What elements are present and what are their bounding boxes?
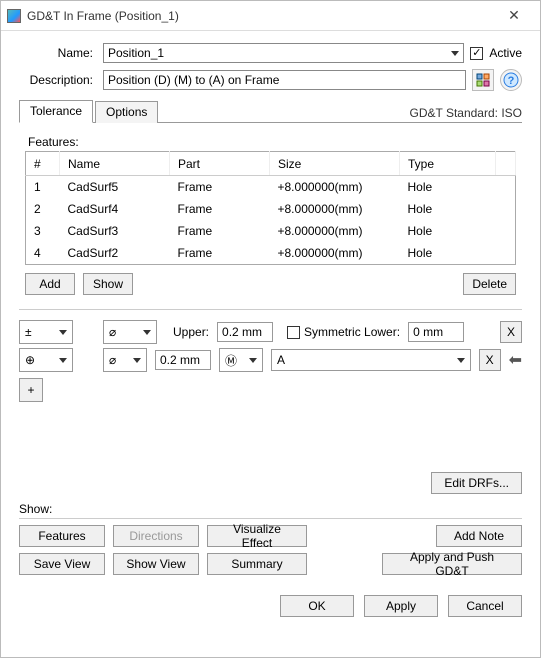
cell-size: +8.000000(mm) (270, 198, 400, 220)
cell-type: Hole (400, 242, 496, 265)
cell-name: CadSurf3 (60, 220, 170, 242)
chevron-down-icon (249, 358, 257, 363)
apply-push-button[interactable]: Apply and Push GD&T (382, 553, 522, 575)
symmetric-lower-label: Symmetric Lower: (304, 325, 400, 339)
chevron-down-icon (59, 330, 67, 335)
cell-type: Hole (400, 176, 496, 199)
show-directions-button[interactable]: Directions (113, 525, 199, 547)
chevron-down-icon (59, 358, 67, 363)
close-button[interactable]: ✕ (494, 2, 534, 30)
show-features-button[interactable]: Features (19, 525, 105, 547)
diameter-icon: ⌀ (109, 325, 116, 339)
symmetric-lower-checkbox[interactable] (287, 326, 300, 339)
cell-type: Hole (400, 198, 496, 220)
col-type[interactable]: Type (400, 152, 496, 176)
cell-name: CadSurf4 (60, 198, 170, 220)
name-select[interactable]: Position_1 (103, 43, 464, 63)
tolerance-type-select[interactable]: ± (19, 320, 73, 344)
standard-label: GD&T Standard: ISO (410, 106, 523, 122)
cell-n: 4 (26, 242, 60, 265)
plusminus-icon: ± (25, 325, 32, 339)
summary-button[interactable]: Summary (207, 553, 307, 575)
active-checkbox[interactable] (470, 47, 483, 60)
table-header-row: # Name Part Size Type (26, 152, 516, 176)
active-label: Active (489, 46, 522, 60)
description-label: Description: (19, 73, 97, 87)
table-row[interactable]: 4CadSurf2Frame+8.000000(mm)Hole (26, 242, 516, 265)
cell-n: 2 (26, 198, 60, 220)
add-note-button[interactable]: Add Note (436, 525, 522, 547)
show-legend: Show: (19, 502, 52, 516)
svg-text:?: ? (508, 75, 515, 87)
cell-name: CadSurf5 (60, 176, 170, 199)
name-label: Name: (19, 46, 97, 60)
titlebar: GD&T In Frame (Position_1) ✕ (1, 1, 540, 31)
chevron-down-icon (451, 51, 459, 56)
description-input[interactable] (103, 70, 466, 90)
chevron-down-icon (133, 358, 141, 363)
cancel-button[interactable]: Cancel (448, 595, 522, 617)
tolerance-type-select[interactable]: ⊕ (19, 348, 73, 372)
cell-size: +8.000000(mm) (270, 242, 400, 265)
tolerance-value-input[interactable] (155, 350, 211, 370)
tolerance-row-2: ⊕ ⌀ Ⓜ A X ⬅ (19, 348, 522, 372)
features-table: # Name Part Size Type 1CadSurf5Frame+8.0… (25, 151, 516, 265)
show-view-button[interactable]: Show View (113, 553, 199, 575)
cell-part: Frame (170, 198, 270, 220)
visualize-effect-button[interactable]: Visualize Effect (207, 525, 307, 547)
upper-label: Upper: (173, 325, 209, 339)
tolerance-row-1: ± ⌀ Upper: Symmetric Lower: X (19, 320, 522, 344)
add-tolerance-row-button[interactable]: + (19, 378, 43, 402)
save-view-button[interactable]: Save View (19, 553, 105, 575)
lower-input[interactable] (408, 322, 464, 342)
diameter-icon: ⌀ (109, 353, 116, 367)
cell-name: CadSurf2 (60, 242, 170, 265)
datum-select[interactable]: A (271, 349, 471, 371)
col-part[interactable]: Part (170, 152, 270, 176)
cell-n: 3 (26, 220, 60, 242)
col-size[interactable]: Size (270, 152, 400, 176)
delete-button[interactable]: Delete (463, 273, 516, 295)
upper-input[interactable] (217, 322, 273, 342)
name-value: Position_1 (108, 46, 164, 60)
show-button[interactable]: Show (83, 273, 133, 295)
diameter-select[interactable]: ⌀ (103, 320, 157, 344)
help-icon[interactable]: ? (500, 69, 522, 91)
dialog-footer: OK Apply Cancel (1, 585, 540, 627)
cell-part: Frame (170, 220, 270, 242)
features-group: Features: # Name Part Size Type 1CadSurf… (19, 131, 522, 299)
apply-button[interactable]: Apply (364, 595, 438, 617)
edit-drfs-button[interactable]: Edit DRFs... (431, 472, 522, 494)
diameter-select[interactable]: ⌀ (103, 348, 147, 372)
col-number[interactable]: # (26, 152, 60, 176)
add-button[interactable]: Add (25, 273, 75, 295)
edit-attributes-icon[interactable] (472, 69, 494, 91)
tab-tolerance[interactable]: Tolerance (19, 100, 93, 123)
cell-part: Frame (170, 176, 270, 199)
remove-row-button[interactable]: X (479, 349, 501, 371)
position-icon: ⊕ (25, 353, 35, 367)
chevron-down-icon (457, 358, 465, 363)
col-name[interactable]: Name (60, 152, 170, 176)
cell-size: +8.000000(mm) (270, 220, 400, 242)
app-icon (7, 9, 21, 23)
features-legend: Features: (25, 135, 82, 149)
table-row[interactable]: 2CadSurf4Frame+8.000000(mm)Hole (26, 198, 516, 220)
ok-button[interactable]: OK (280, 595, 354, 617)
window-title: GD&T In Frame (Position_1) (27, 9, 179, 23)
cell-type: Hole (400, 220, 496, 242)
chevron-down-icon (143, 330, 151, 335)
cell-n: 1 (26, 176, 60, 199)
material-modifier-select[interactable]: Ⓜ (219, 348, 263, 372)
arrow-left-icon: ⬅ (509, 350, 522, 370)
datum-value: A (277, 353, 285, 367)
remove-row-button[interactable]: X (500, 321, 522, 343)
table-row[interactable]: 3CadSurf3Frame+8.000000(mm)Hole (26, 220, 516, 242)
tab-options[interactable]: Options (95, 101, 158, 123)
table-row[interactable]: 1CadSurf5Frame+8.000000(mm)Hole (26, 176, 516, 199)
cell-size: +8.000000(mm) (270, 176, 400, 199)
cell-part: Frame (170, 242, 270, 265)
mmc-icon: Ⓜ (225, 352, 237, 369)
